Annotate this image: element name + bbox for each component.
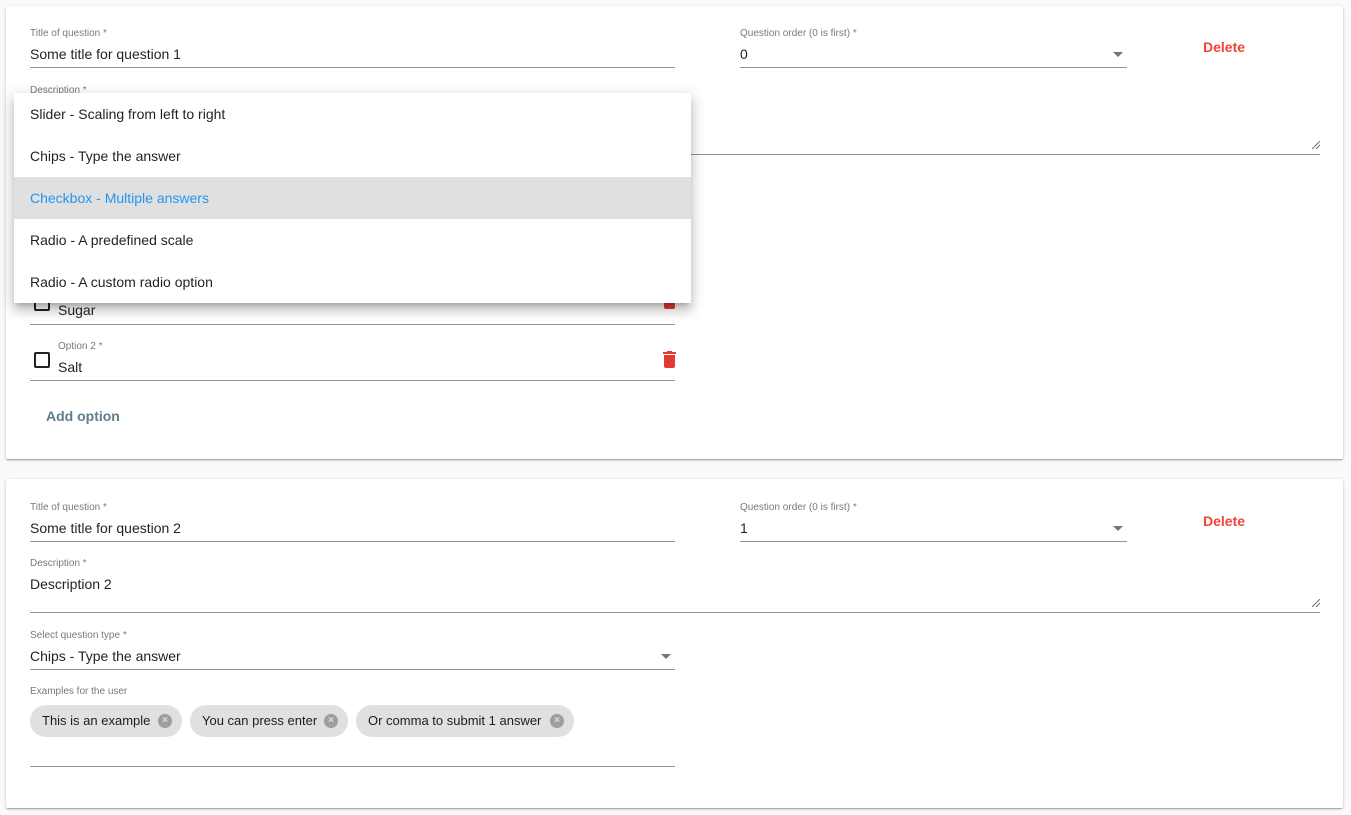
chip: Or comma to submit 1 answer × <box>356 705 574 737</box>
order-label: Question order (0 is first) * <box>740 502 857 513</box>
chip: This is an example × <box>30 705 182 737</box>
chevron-down-icon[interactable] <box>661 654 671 659</box>
chevron-down-icon[interactable] <box>1113 52 1123 57</box>
title-input[interactable]: Some title for question 1 <box>30 46 181 62</box>
menu-item-radio-custom[interactable]: Radio - A custom radio option <box>14 261 691 303</box>
resize-handle-icon[interactable] <box>1312 599 1320 607</box>
option-2-underline <box>30 380 675 381</box>
menu-item-checkbox[interactable]: Checkbox - Multiple answers <box>14 177 691 219</box>
question-card-2 <box>6 479 1343 808</box>
resize-handle-icon[interactable] <box>1312 141 1320 149</box>
title-input[interactable]: Some title for question 2 <box>30 520 181 536</box>
title-label: Title of question * <box>30 502 107 513</box>
chip-label: Or comma to submit 1 answer <box>368 713 542 728</box>
description-underline <box>30 612 1320 613</box>
title-label: Title of question * <box>30 28 107 39</box>
title-underline <box>30 67 675 68</box>
add-option-button[interactable]: Add option <box>46 408 120 424</box>
type-underline <box>30 669 675 670</box>
order-underline <box>740 541 1127 542</box>
chip-label: This is an example <box>42 713 151 728</box>
delete-button[interactable]: Delete <box>1203 39 1245 55</box>
close-icon[interactable]: × <box>550 714 564 728</box>
chip-label: You can press enter <box>202 713 318 728</box>
question-type-menu: Slider - Scaling from left to right Chip… <box>14 93 691 303</box>
option-2-input[interactable]: Salt <box>58 359 82 375</box>
order-label: Question order (0 is first) * <box>740 28 857 39</box>
chevron-down-icon[interactable] <box>1113 526 1123 531</box>
type-label: Select question type * <box>30 630 127 641</box>
order-underline <box>740 67 1127 68</box>
description-input[interactable]: Description 2 <box>30 576 112 592</box>
description-label: Description * <box>30 558 87 569</box>
option-2-label: Option 2 * <box>58 341 103 352</box>
chips-input-underline[interactable] <box>30 766 675 767</box>
checkbox-icon[interactable] <box>34 352 50 368</box>
option-1-underline <box>30 324 675 325</box>
title-underline <box>30 541 675 542</box>
order-select[interactable]: 0 <box>740 46 748 62</box>
type-select[interactable]: Chips - Type the answer <box>30 648 181 664</box>
close-icon[interactable]: × <box>324 714 338 728</box>
menu-item-chips[interactable]: Chips - Type the answer <box>14 135 691 177</box>
trash-icon[interactable] <box>663 351 676 368</box>
examples-label: Examples for the user <box>30 686 128 697</box>
close-icon[interactable]: × <box>158 714 172 728</box>
option-1-input[interactable]: Sugar <box>58 302 95 318</box>
order-select[interactable]: 1 <box>740 520 748 536</box>
menu-item-radio-scale[interactable]: Radio - A predefined scale <box>14 219 691 261</box>
menu-item-slider[interactable]: Slider - Scaling from left to right <box>14 93 691 135</box>
delete-button[interactable]: Delete <box>1203 513 1245 529</box>
chip: You can press enter × <box>190 705 348 737</box>
